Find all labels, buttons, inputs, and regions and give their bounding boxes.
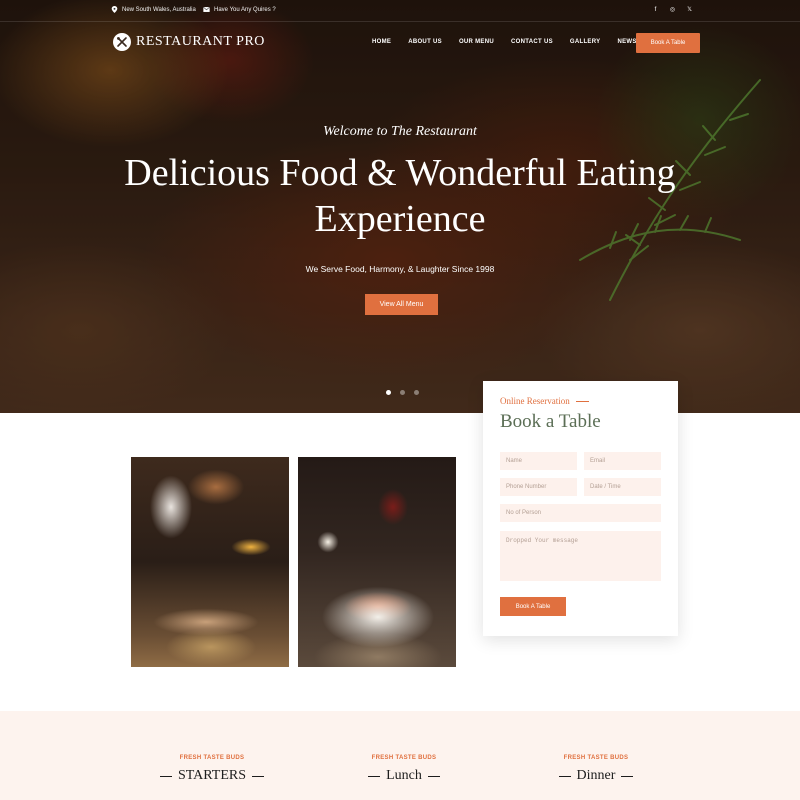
nav-item-about[interactable]: ABOUT US: [408, 39, 442, 45]
logo-text: RESTAURANT PRO: [136, 34, 265, 49]
nav-item-home[interactable]: HOME: [372, 39, 391, 45]
nav-item-news[interactable]: NEWS: [617, 39, 636, 45]
map-pin-icon: [111, 6, 118, 13]
title-dash: [621, 775, 634, 777]
inquiry-info[interactable]: Have You Any Quires ?: [203, 6, 276, 13]
slider-dot[interactable]: [400, 390, 405, 395]
nav-menu: HOME ABOUT US OUR MENU CONTACT US GALLER…: [372, 39, 654, 45]
name-field[interactable]: Name: [500, 452, 577, 470]
category-title: STARTERS: [177, 768, 247, 783]
category-kicker: FRESH TASTE BUDS: [563, 755, 629, 761]
x-icon[interactable]: 𝕏: [685, 5, 694, 14]
top-bar: New South Wales, Australia Have You Any …: [0, 0, 800, 22]
nav-item-gallery[interactable]: GALLERY: [570, 39, 601, 45]
location-text: New South Wales, Australia: [122, 6, 196, 13]
title-dash: [159, 775, 172, 777]
hero-subtitle: Welcome to The Restaurant: [323, 124, 477, 139]
category-kicker: FRESH TASTE BUDS: [179, 755, 245, 761]
title-dash: [427, 775, 440, 777]
inquiry-text: Have You Any Quires ?: [214, 6, 276, 13]
menu-category-lunch[interactable]: FRESH TASTE BUDS Lunch: [334, 755, 474, 784]
reservation-card: Online Reservation Book a Table Name Ema…: [483, 381, 678, 636]
email-field[interactable]: Email: [584, 452, 661, 470]
brunch-photo: [131, 457, 289, 667]
menu-category-starters[interactable]: FRESH TASTE BUDS STARTERS: [142, 755, 282, 784]
phone-field[interactable]: Phone Number: [500, 478, 577, 496]
hero-section: New South Wales, Australia Have You Any …: [0, 0, 800, 413]
title-dash: [368, 775, 381, 777]
nav-item-menu[interactable]: OUR MENU: [459, 39, 494, 45]
menu-categories-band: FRESH TASTE BUDS STARTERS FRESH TASTE BU…: [0, 711, 800, 800]
submit-booking-button[interactable]: Book A Table: [500, 597, 566, 616]
logo[interactable]: RESTAURANT PRO: [113, 33, 265, 51]
title-dash: [558, 775, 571, 777]
title-dash: [252, 775, 265, 777]
hero-title: Delicious Food & Wonderful Eating Experi…: [124, 152, 676, 240]
hero-description: We Serve Food, Harmony, & Laughter Since…: [305, 264, 495, 274]
mail-icon: [203, 6, 210, 12]
message-field[interactable]: Dropped Your message: [500, 531, 661, 581]
persons-field[interactable]: No of Person: [500, 504, 661, 522]
salmon-dish-photo: [298, 457, 456, 667]
reservation-title: Book a Table: [500, 411, 601, 432]
instagram-icon[interactable]: ◎: [668, 5, 677, 14]
menu-category-dinner[interactable]: FRESH TASTE BUDS Dinner: [526, 755, 666, 784]
facebook-icon[interactable]: f: [651, 5, 660, 14]
slider-dots: [386, 390, 419, 395]
category-title: Dinner: [576, 768, 616, 783]
social-links: f ◎ 𝕏: [651, 5, 694, 14]
nav-item-contact[interactable]: CONTACT US: [511, 39, 553, 45]
view-menu-button[interactable]: View All Menu: [365, 294, 438, 315]
date-time-field[interactable]: Date / Time: [584, 478, 661, 496]
category-title: Lunch: [386, 768, 422, 783]
slider-dot[interactable]: [414, 390, 419, 395]
main-nav: RESTAURANT PRO HOME ABOUT US OUR MENU CO…: [0, 30, 800, 56]
cutlery-icon: [113, 33, 131, 51]
slider-dot[interactable]: [386, 390, 391, 395]
category-kicker: FRESH TASTE BUDS: [371, 755, 437, 761]
location-info: New South Wales, Australia: [111, 6, 196, 13]
book-table-button[interactable]: Book A Table: [636, 33, 700, 53]
